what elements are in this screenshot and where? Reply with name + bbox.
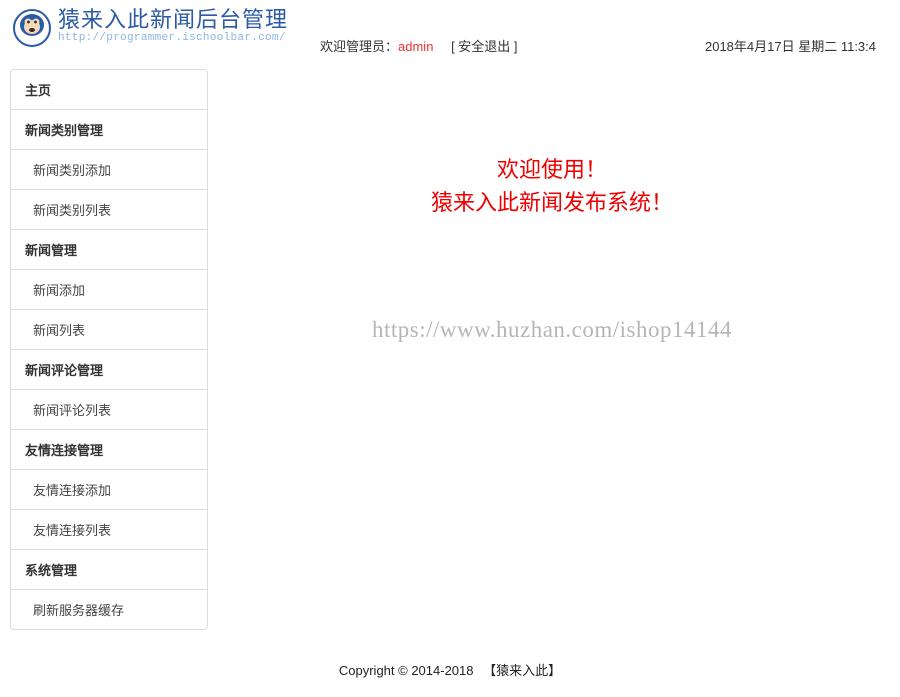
nav-group-comments[interactable]: 新闻评论管理 (10, 350, 208, 390)
logo-text: 猿来入此新闻后台管理 http://programmer.ischoolbar.… (58, 8, 288, 44)
nav-item-links-list[interactable]: 友情连接列表 (10, 510, 208, 550)
nav-group-news[interactable]: 新闻管理 (10, 230, 208, 270)
nav-item-links-add[interactable]: 友情连接添加 (10, 470, 208, 510)
header-bar: 欢迎管理员：admin [ 安全退出 ] 2018年4月17日 星期二 11:3… (320, 36, 900, 61)
content: 欢迎使用！ 猿来入此新闻发布系统！ https://www.huzhan.com… (208, 69, 896, 630)
monkey-logo-icon (12, 8, 52, 48)
welcome-prefix: 欢迎管理员： (320, 39, 398, 54)
admin-name: admin (398, 39, 433, 54)
nav-item-comments-list[interactable]: 新闻评论列表 (10, 390, 208, 430)
logout-link[interactable]: 安全退出 (458, 39, 510, 54)
footer-copyright: Copyright © 2014-2018 (339, 663, 474, 678)
logout-wrap: [ 安全退出 ] (451, 39, 517, 54)
nav-home[interactable]: 主页 (10, 69, 208, 110)
nav-group-system[interactable]: 系统管理 (10, 550, 208, 590)
datetime: 2018年4月17日 星期二 11:3:4 (705, 36, 876, 55)
site-url: http://programmer.ischoolbar.com/ (58, 32, 288, 44)
nav-item-news-list[interactable]: 新闻列表 (10, 310, 208, 350)
watermark: https://www.huzhan.com/ishop14144 (208, 317, 896, 343)
nav-item-news-category-add[interactable]: 新闻类别添加 (10, 150, 208, 190)
sidebar: 主页 新闻类别管理 新闻类别添加 新闻类别列表 新闻管理 新闻添加 新闻列表 新… (10, 69, 208, 630)
welcome-line2: 猿来入此新闻发布系统！ (431, 190, 673, 215)
welcome-block: 欢迎管理员：admin [ 安全退出 ] (320, 36, 518, 55)
footer-brand: 【猿来入此】 (483, 663, 561, 678)
body: 主页 新闻类别管理 新闻类别添加 新闻类别列表 新闻管理 新闻添加 新闻列表 新… (0, 61, 900, 648)
site-title: 猿来入此新闻后台管理 (58, 8, 288, 32)
nav-item-news-category-list[interactable]: 新闻类别列表 (10, 190, 208, 230)
nav-group-links[interactable]: 友情连接管理 (10, 430, 208, 470)
nav-group-news-category[interactable]: 新闻类别管理 (10, 110, 208, 150)
welcome-heading: 欢迎使用！ 猿来入此新闻发布系统！ (208, 153, 896, 219)
welcome-line1: 欢迎使用！ (497, 157, 607, 182)
logo-block: 猿来入此新闻后台管理 http://programmer.ischoolbar.… (12, 8, 288, 48)
nav-item-news-add[interactable]: 新闻添加 (10, 270, 208, 310)
footer: Copyright © 2014-2018 【猿来入此】 (0, 648, 900, 697)
nav-item-refresh-cache[interactable]: 刷新服务器缓存 (10, 590, 208, 630)
